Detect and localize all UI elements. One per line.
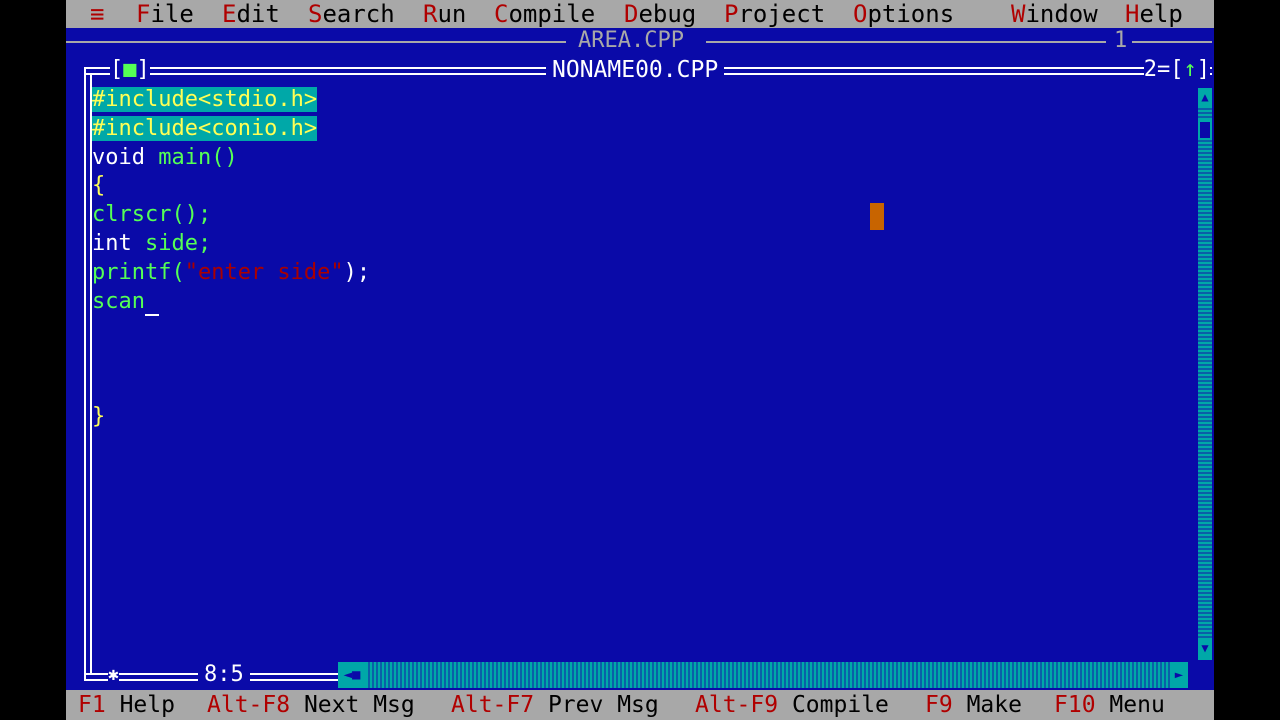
horizontal-scrollbar[interactable]: [338, 662, 1186, 688]
editor-window-title[interactable]: NONAME00.CPP: [546, 56, 725, 84]
background-window-number: 1: [1114, 28, 1128, 53]
menu-project[interactable]: Project: [724, 0, 825, 28]
code-line-7[interactable]: printf("enter side");: [92, 259, 370, 288]
status-make[interactable]: F9 Make: [925, 690, 1022, 720]
status-help[interactable]: F1 Help: [78, 690, 175, 720]
background-window-border: [66, 41, 566, 43]
menu-debug[interactable]: Debug: [624, 0, 696, 28]
status-compile[interactable]: Alt-F9 Compile: [695, 690, 889, 720]
scroll-right-arrow-icon[interactable]: ►: [1170, 662, 1188, 688]
code-editor[interactable]: #include<stdio.h> #include<conio.h> void…: [92, 86, 370, 432]
text-cursor: [144, 294, 159, 317]
menu-help[interactable]: Help: [1125, 0, 1183, 28]
menu-bar: ≡ File Edit Search Run Compile Debug Pro…: [66, 0, 1214, 28]
menu-options[interactable]: Options: [853, 0, 954, 28]
code-line-8[interactable]: scan: [92, 288, 370, 317]
mouse-cursor-block: [870, 203, 884, 230]
status-bar: F1 Help Alt-F8 Next Msg Alt-F7 Prev Msg …: [66, 690, 1214, 720]
scroll-up-arrow-icon[interactable]: ▲: [1198, 88, 1212, 106]
menu-run[interactable]: Run: [423, 0, 466, 28]
code-line-9[interactable]: [92, 316, 370, 345]
close-window-button[interactable]: [■]: [110, 56, 150, 84]
vertical-scrollbar[interactable]: [1198, 88, 1212, 660]
code-line-11[interactable]: [92, 374, 370, 403]
status-next-msg[interactable]: Alt-F8 Next Msg: [207, 690, 415, 720]
background-window-title[interactable]: AREA.CPP: [578, 28, 684, 54]
code-line-6[interactable]: int side;: [92, 230, 370, 259]
code-line-10[interactable]: [92, 345, 370, 374]
background-window-border-right: [706, 41, 1106, 43]
window-number-zoom[interactable]: 2=[↑]: [1143, 56, 1210, 84]
status-prev-msg[interactable]: Alt-F7 Prev Msg: [451, 690, 659, 720]
status-menu[interactable]: F10 Menu: [1054, 690, 1165, 720]
menu-file[interactable]: File: [136, 0, 194, 28]
code-line-4[interactable]: {: [92, 172, 370, 201]
code-line-1[interactable]: #include<stdio.h>: [92, 86, 370, 115]
menu-edit[interactable]: Edit: [222, 0, 280, 28]
menu-window[interactable]: Window: [1011, 0, 1098, 28]
editor-frame-left: [84, 67, 86, 679]
background-window-border-end: [1132, 41, 1212, 43]
code-line-5[interactable]: clrscr();: [92, 201, 370, 230]
menu-search[interactable]: Search: [308, 0, 395, 28]
code-line-3[interactable]: void main(): [92, 144, 370, 173]
menu-compile[interactable]: Compile: [494, 0, 595, 28]
cursor-position: 8:5: [198, 662, 250, 688]
system-menu-icon[interactable]: ≡: [90, 0, 104, 28]
scroll-left-arrow-icon[interactable]: ◄■: [338, 662, 366, 688]
modified-indicator-icon: ✱: [108, 664, 119, 686]
vertical-scroll-thumb[interactable]: [1198, 120, 1212, 140]
turbo-cpp-screen: ≡ File Edit Search Run Compile Debug Pro…: [66, 0, 1214, 720]
scroll-down-arrow-icon[interactable]: ▼: [1198, 638, 1212, 658]
code-line-12[interactable]: }: [92, 403, 370, 432]
code-line-2[interactable]: #include<conio.h>: [92, 115, 370, 144]
